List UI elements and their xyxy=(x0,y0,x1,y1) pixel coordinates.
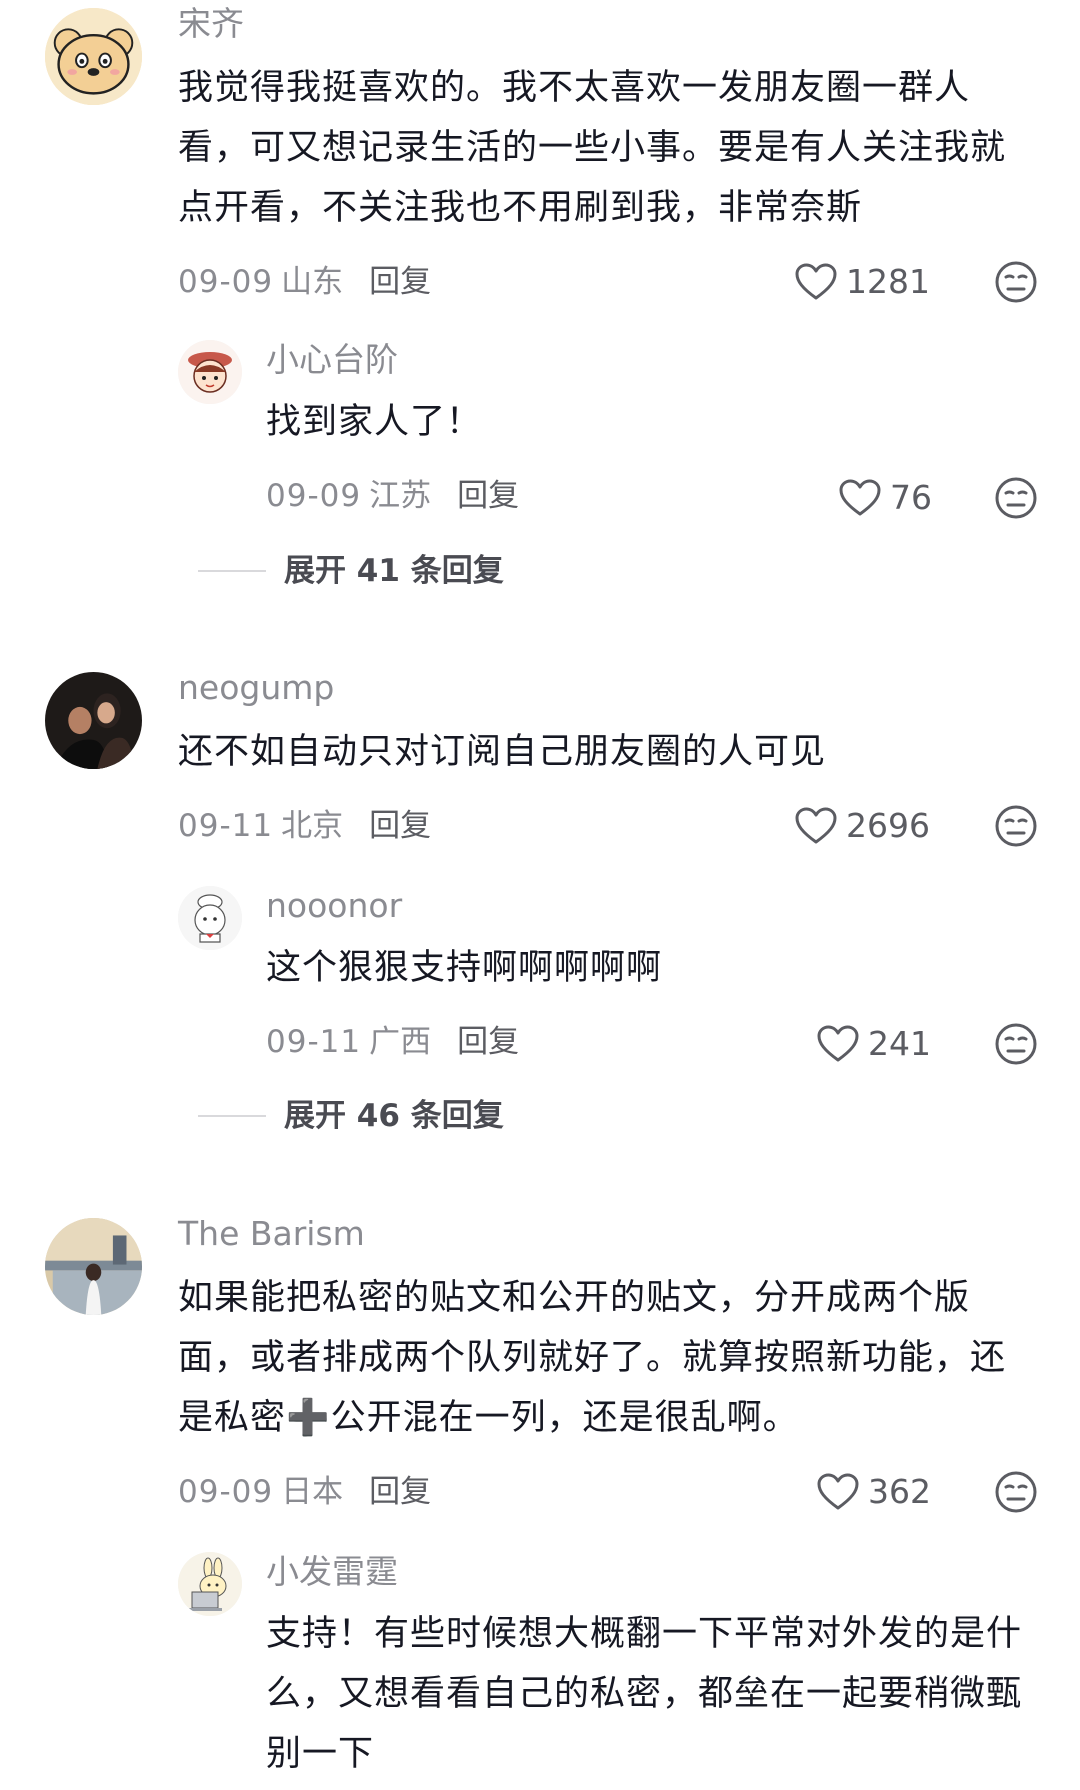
dislike-button[interactable] xyxy=(994,1022,1038,1066)
heart-outline-icon xyxy=(794,262,838,302)
username[interactable]: 宋齐 xyxy=(178,4,244,44)
avatar[interactable] xyxy=(178,1552,242,1616)
comment-meta: 09-09 山东 回复 xyxy=(178,262,431,302)
reply-button[interactable]: 回复 xyxy=(457,478,519,514)
username[interactable]: The Barism xyxy=(178,1214,365,1254)
comment-location: 江苏 xyxy=(369,478,432,514)
comment-location: 广西 xyxy=(369,1024,432,1060)
divider-line xyxy=(198,570,266,572)
username[interactable]: 小发雷霆 xyxy=(266,1552,398,1592)
expand-replies-button[interactable]: 展开 46 条回复 xyxy=(198,1096,504,1136)
comment-date: 09-09 xyxy=(178,1474,274,1510)
heart-outline-icon xyxy=(816,1024,860,1064)
like-button[interactable]: 2696 xyxy=(794,806,930,846)
expand-replies-label: 展开 46 条回复 xyxy=(284,1098,504,1134)
reply-button[interactable]: 回复 xyxy=(457,1024,519,1060)
avatar[interactable] xyxy=(178,340,242,404)
comment-location: 山东 xyxy=(281,264,344,300)
comment-location: 日本 xyxy=(281,1474,344,1510)
comment-meta: 09-11 广西 回复 xyxy=(266,1022,519,1062)
username[interactable]: 小心台阶 xyxy=(266,340,398,380)
like-count: 241 xyxy=(868,1024,931,1063)
heart-outline-icon xyxy=(838,478,882,518)
comment-text: 我觉得我挺喜欢的。我不太喜欢一发朋友圈一群人看，可又想记录生活的一些小事。要是有… xyxy=(178,68,1007,228)
avatar[interactable] xyxy=(45,8,142,105)
reply-button[interactable]: 回复 xyxy=(369,264,431,300)
expand-replies-label: 展开 41 条回复 xyxy=(284,553,504,589)
comment-text: 支持！有些时候想大概翻一下平常对外发的是什么，又想看看自己的私密，都垒在一起要稍… xyxy=(266,1614,1023,1774)
reply-button[interactable]: 回复 xyxy=(369,808,431,844)
comment-location: 北京 xyxy=(281,808,344,844)
username[interactable]: neogump xyxy=(178,668,334,708)
comment-date: 09-09 xyxy=(178,264,274,300)
dislike-button[interactable] xyxy=(994,260,1038,304)
comment-meta: 09-09 江苏 回复 xyxy=(266,476,519,516)
comment-date: 09-11 xyxy=(178,808,274,844)
dislike-button[interactable] xyxy=(994,1470,1038,1514)
reply-button[interactable]: 回复 xyxy=(369,1474,431,1510)
avatar[interactable] xyxy=(45,672,142,769)
dislike-button[interactable] xyxy=(994,804,1038,848)
comment-text: 找到家人了！ xyxy=(266,402,483,442)
unamused-face-icon xyxy=(994,476,1038,520)
divider-line xyxy=(198,1115,266,1117)
like-count: 362 xyxy=(868,1472,931,1511)
comment-text: 还不如自动只对订阅自己朋友圈的人可见 xyxy=(178,732,827,772)
username[interactable]: nooonor xyxy=(266,886,402,926)
avatar[interactable] xyxy=(178,886,242,950)
comment-meta: 09-11 北京 回复 xyxy=(178,806,431,846)
unamused-face-icon xyxy=(994,1022,1038,1066)
unamused-face-icon xyxy=(994,1470,1038,1514)
comment-text: 如果能把私密的贴文和公开的贴文，分开成两个版面，或者排成两个队列就好了。就算按照… xyxy=(178,1278,1007,1438)
comment-text: 这个狠狠支持啊啊啊啊啊 xyxy=(266,948,663,988)
comment-date: 09-11 xyxy=(266,1024,362,1060)
dislike-button[interactable] xyxy=(994,476,1038,520)
like-count: 1281 xyxy=(846,262,930,301)
comment-thread: 宋齐 我觉得我挺喜欢的。我不太喜欢一发朋友圈一群人看，可又想记录生活的一些小事。… xyxy=(0,0,1080,1790)
unamused-face-icon xyxy=(994,804,1038,848)
unamused-face-icon xyxy=(994,260,1038,304)
like-button[interactable]: 1281 xyxy=(794,262,930,302)
like-count: 2696 xyxy=(846,806,930,845)
like-button[interactable]: 76 xyxy=(838,478,932,518)
comment-date: 09-09 xyxy=(266,478,362,514)
heart-outline-icon xyxy=(794,806,838,846)
comment-meta: 09-09 日本 回复 xyxy=(178,1472,431,1512)
like-button[interactable]: 362 xyxy=(816,1472,931,1512)
like-button[interactable]: 241 xyxy=(816,1024,931,1064)
expand-replies-button[interactable]: 展开 41 条回复 xyxy=(198,551,504,591)
heart-outline-icon xyxy=(816,1472,860,1512)
avatar[interactable] xyxy=(45,1218,142,1315)
like-count: 76 xyxy=(890,478,932,517)
